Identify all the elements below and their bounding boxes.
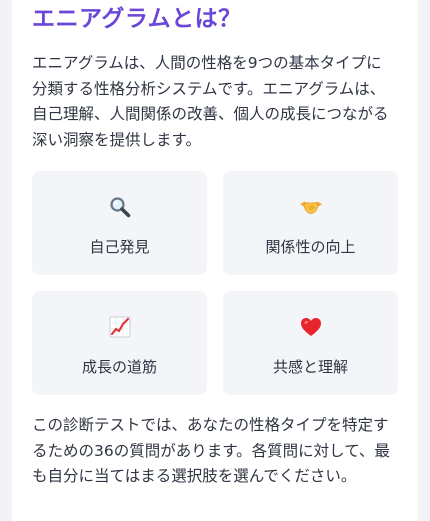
intro-paragraph: エニアグラムは、人間の性格を9つの基本タイプに分類する性格分析システムです。エニ…: [32, 54, 389, 149]
feature-empathy[interactable]: 共感と理解: [223, 291, 398, 395]
feature-label: 関係性の向上: [265, 238, 356, 256]
handshake-icon: [299, 195, 323, 219]
feature-growth[interactable]: 成長の道筋: [32, 291, 207, 395]
section-title: エニアグラムとは？: [32, 6, 242, 32]
feature-label: 共感と理解: [272, 358, 348, 376]
magnifier-icon: [108, 195, 132, 219]
feature-grid: 自己発見 関係性の向上 成長の道筋 共感と理解: [32, 171, 398, 395]
red-heart-icon: [299, 315, 323, 339]
chart-increasing-icon: [108, 315, 132, 339]
feature-relationships[interactable]: 関係性の向上: [223, 171, 398, 275]
feature-label: 自己発見: [89, 238, 150, 256]
outro-paragraph: この診断テストでは、あなたの性格タイプを特定するための36の質問があります。各質…: [32, 416, 390, 485]
feature-self-discovery[interactable]: 自己発見: [32, 171, 207, 275]
feature-label: 成長の道筋: [81, 358, 157, 376]
enneagram-intro-card: エニアグラムとは？ エニアグラムは、人間の性格を9つの基本タイプに分類する性格分…: [12, 0, 418, 521]
